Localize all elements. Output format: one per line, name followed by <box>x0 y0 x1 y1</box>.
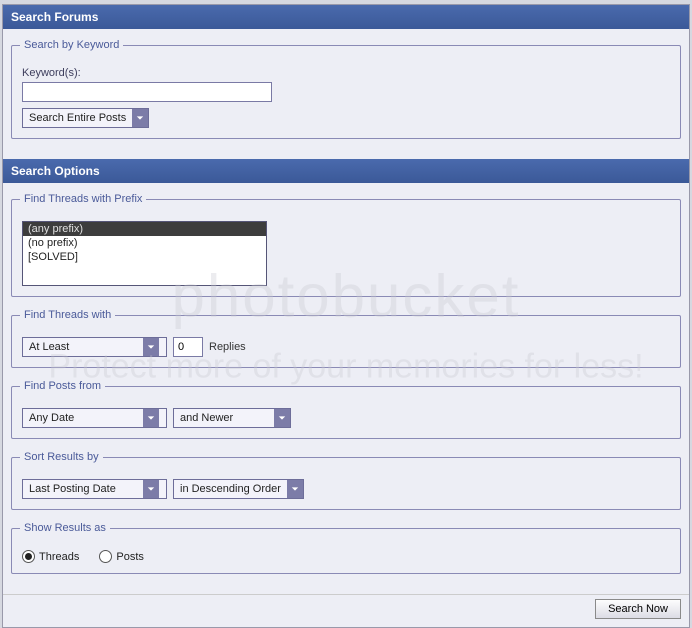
find-threads-prefix-fieldset: Find Threads with Prefix (any prefix)(no… <box>11 193 681 297</box>
show-results-as-legend: Show Results as <box>20 522 110 534</box>
chevron-down-icon <box>143 409 159 427</box>
chevron-down-icon <box>274 409 290 427</box>
replies-count-input[interactable] <box>173 337 203 357</box>
prefix-option[interactable]: [SOLVED] <box>23 250 266 264</box>
sort-field-value: Last Posting Date <box>23 480 143 498</box>
show-as-threads-radio[interactable]: Threads <box>22 550 79 563</box>
sort-field-select[interactable]: Last Posting Date <box>22 479 167 499</box>
sort-order-select[interactable]: in Descending Order <box>173 479 304 499</box>
radio-icon <box>22 550 35 563</box>
search-options-header: Search Options <box>3 159 689 183</box>
find-threads-prefix-legend: Find Threads with Prefix <box>20 193 146 205</box>
find-threads-replies-fieldset: Find Threads with At Least Replies <box>11 309 681 368</box>
sort-results-legend: Sort Results by <box>20 451 103 463</box>
chevron-down-icon <box>143 338 159 356</box>
chevron-down-icon <box>287 480 303 498</box>
keyword-input[interactable] <box>22 82 272 102</box>
posts-from-date-value: Any Date <box>23 409 143 427</box>
search-scope-value: Search Entire Posts <box>23 109 132 127</box>
prefix-listbox[interactable]: (any prefix)(no prefix)[SOLVED] <box>22 221 267 286</box>
replies-mode-select[interactable]: At Least <box>22 337 167 357</box>
posts-from-date-select[interactable]: Any Date <box>22 408 167 428</box>
search-by-keyword-legend: Search by Keyword <box>20 39 123 51</box>
posts-from-direction-select[interactable]: and Newer <box>173 408 291 428</box>
posts-label: Posts <box>116 551 144 563</box>
posts-from-direction-value: and Newer <box>174 409 274 427</box>
search-now-button[interactable]: Search Now <box>595 599 681 619</box>
show-results-as-fieldset: Show Results as Threads Posts <box>11 522 681 574</box>
chevron-down-icon <box>132 109 148 127</box>
prefix-option[interactable]: (no prefix) <box>23 236 266 250</box>
keyword-label: Keyword(s): <box>22 67 670 79</box>
sort-results-fieldset: Sort Results by Last Posting Date in Des… <box>11 451 681 510</box>
sort-order-value: in Descending Order <box>174 480 287 498</box>
find-posts-from-fieldset: Find Posts from Any Date and Newer <box>11 380 681 439</box>
radio-icon <box>99 550 112 563</box>
replies-mode-value: At Least <box>23 338 143 356</box>
find-posts-from-legend: Find Posts from <box>20 380 105 392</box>
replies-suffix-label: Replies <box>209 341 246 353</box>
threads-label: Threads <box>39 551 79 563</box>
chevron-down-icon <box>143 480 159 498</box>
show-as-posts-radio[interactable]: Posts <box>99 550 144 563</box>
search-by-keyword-fieldset: Search by Keyword Keyword(s): Search Ent… <box>11 39 681 139</box>
search-forums-header: Search Forums <box>3 5 689 29</box>
find-threads-replies-legend: Find Threads with <box>20 309 115 321</box>
prefix-option[interactable]: (any prefix) <box>23 222 266 236</box>
search-scope-select[interactable]: Search Entire Posts <box>22 108 149 128</box>
